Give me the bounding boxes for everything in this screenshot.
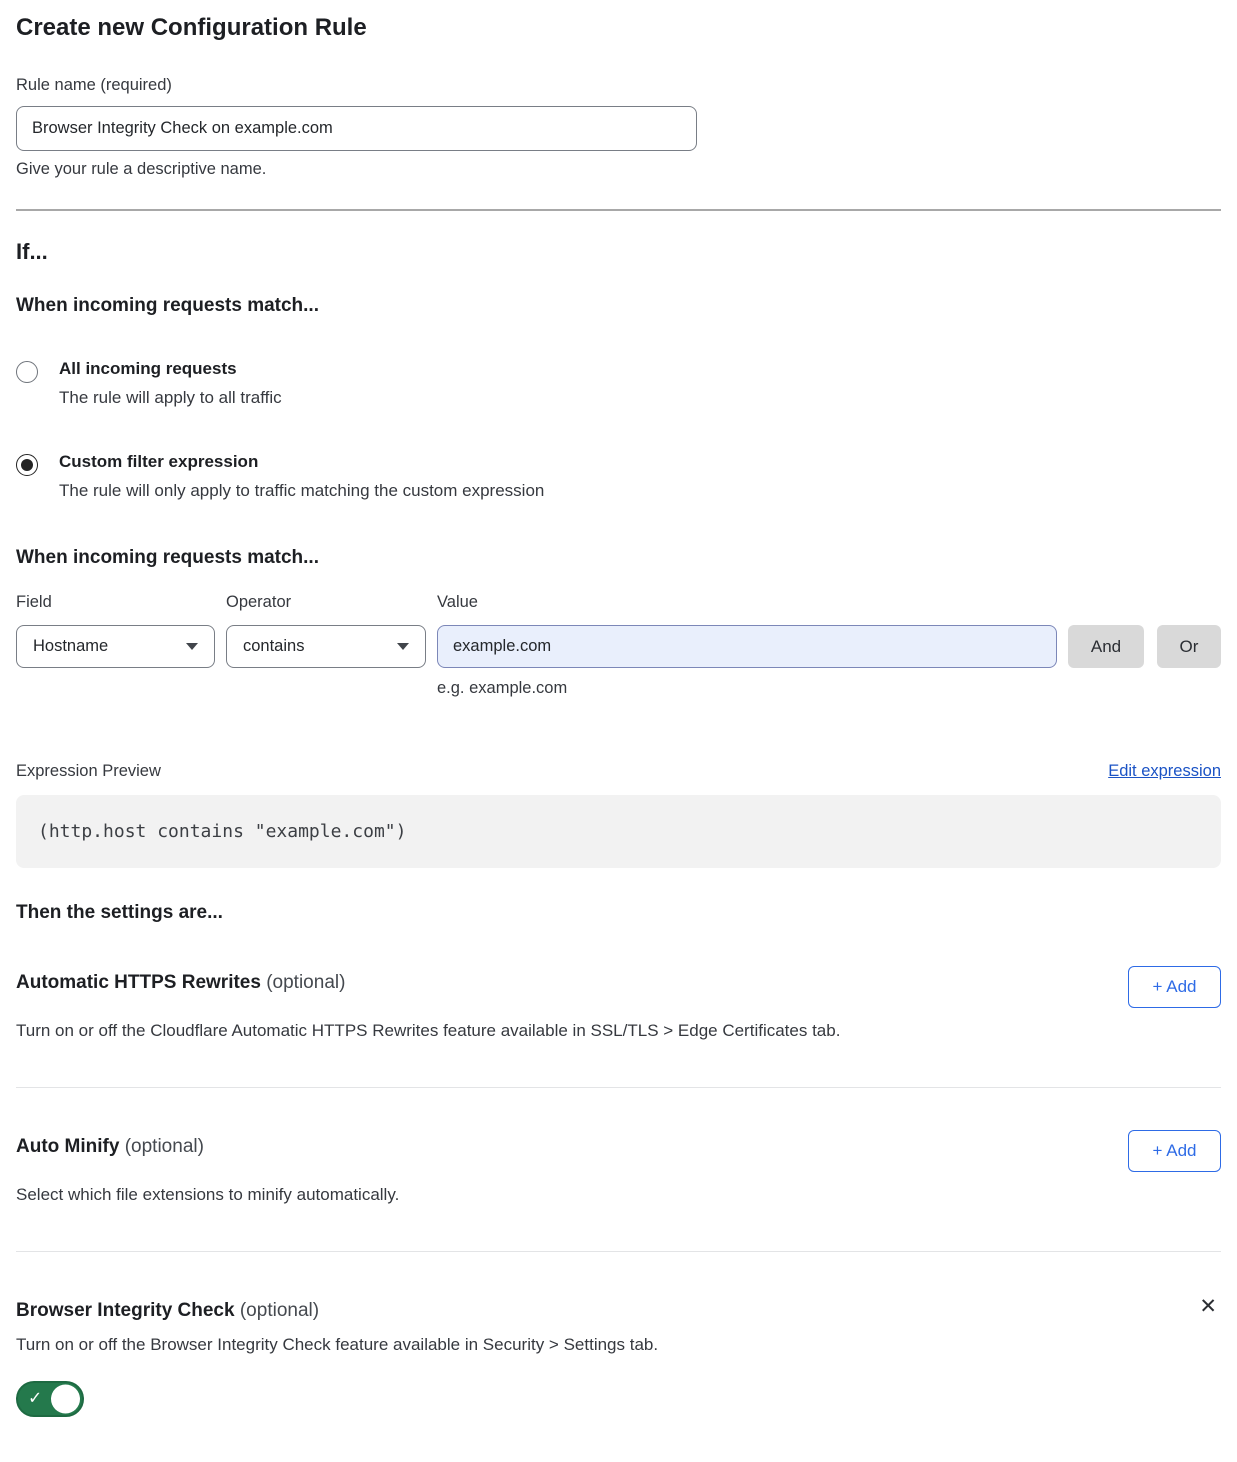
expression-preview-code: (http.host contains "example.com")	[16, 795, 1221, 868]
rule-name-group: Rule name (required) Give your rule a de…	[16, 76, 1221, 179]
radio-option-all-incoming-requests[interactable]: All incoming requests The rule will appl…	[16, 359, 1221, 408]
radio-description: The rule will apply to all traffic	[59, 388, 282, 408]
setting-description: Select which file extensions to minify a…	[16, 1185, 1221, 1205]
then-settings-heading: Then the settings are...	[16, 902, 1221, 924]
radio-button-unselected[interactable]	[16, 361, 38, 383]
setting-description: Turn on or off the Cloudflare Automatic …	[16, 1021, 1221, 1041]
value-label: Value	[437, 593, 1057, 612]
value-input[interactable]	[437, 625, 1057, 668]
rule-name-input[interactable]	[16, 106, 697, 151]
radio-description: The rule will only apply to traffic matc…	[59, 481, 544, 501]
rule-name-label: Rule name (required)	[16, 76, 1221, 95]
operator-select-value: contains	[243, 637, 304, 656]
add-auto-minify-button[interactable]: + Add	[1128, 1130, 1221, 1172]
or-button[interactable]: Or	[1157, 625, 1221, 668]
setting-title: Automatic HTTPS Rewrites	[16, 972, 261, 993]
match-heading: When incoming requests match...	[16, 295, 1221, 317]
expression-builder-heading: When incoming requests match...	[16, 547, 1221, 569]
expression-builder-row: Field Hostname Operator contains Value e…	[16, 593, 1221, 698]
rule-name-help: Give your rule a descriptive name.	[16, 160, 1221, 179]
field-select-value: Hostname	[33, 637, 108, 656]
radio-option-custom-filter-expression[interactable]: Custom filter expression The rule will o…	[16, 452, 1221, 501]
setting-section-browser-integrity-check: Browser Integrity Check (optional) ✕ Tur…	[16, 1252, 1221, 1422]
expression-preview-label: Expression Preview	[16, 762, 161, 781]
setting-title: Browser Integrity Check	[16, 1300, 235, 1321]
chevron-down-icon	[397, 643, 409, 650]
field-label: Field	[16, 593, 215, 612]
setting-optional-tag: (optional)	[266, 972, 345, 993]
edit-expression-link[interactable]: Edit expression	[1108, 762, 1221, 781]
chevron-down-icon	[186, 643, 198, 650]
setting-title: Auto Minify	[16, 1136, 119, 1157]
page-title: Create new Configuration Rule	[16, 14, 1221, 42]
toggle-knob	[51, 1385, 80, 1414]
browser-integrity-check-toggle[interactable]: ✓	[16, 1381, 84, 1417]
and-button[interactable]: And	[1068, 625, 1144, 668]
add-automatic-https-rewrites-button[interactable]: + Add	[1128, 966, 1221, 1008]
section-divider	[16, 209, 1221, 211]
radio-button-selected[interactable]	[16, 454, 38, 476]
operator-label: Operator	[226, 593, 426, 612]
field-select[interactable]: Hostname	[16, 625, 215, 668]
setting-optional-tag: (optional)	[125, 1136, 204, 1157]
expression-code-text: (http.host contains "example.com")	[38, 821, 406, 842]
radio-label: Custom filter expression	[59, 452, 544, 472]
value-help: e.g. example.com	[437, 679, 1057, 698]
setting-section-automatic-https-rewrites: Automatic HTTPS Rewrites (optional) + Ad…	[16, 924, 1221, 1087]
if-heading: If...	[16, 239, 1221, 265]
radio-label: All incoming requests	[59, 359, 282, 379]
setting-description: Turn on or off the Browser Integrity Che…	[16, 1335, 1221, 1355]
check-icon: ✓	[28, 1389, 42, 1409]
create-configuration-rule-form: Create new Configuration Rule Rule name …	[0, 0, 1237, 1462]
operator-select[interactable]: contains	[226, 625, 426, 668]
setting-optional-tag: (optional)	[240, 1300, 319, 1321]
setting-section-auto-minify: Auto Minify (optional) + Add Select whic…	[16, 1088, 1221, 1251]
close-icon[interactable]: ✕	[1195, 1294, 1221, 1319]
